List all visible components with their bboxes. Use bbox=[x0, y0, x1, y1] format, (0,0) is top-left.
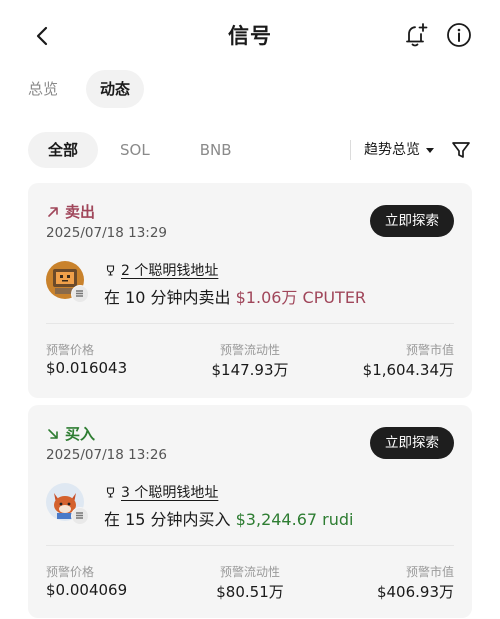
trophy-icon bbox=[106, 486, 115, 498]
smart-money-info: 3 个聪明钱地址 bbox=[104, 482, 218, 502]
arrow-up-right-icon bbox=[48, 206, 58, 217]
caret-down-icon bbox=[426, 147, 434, 153]
funnel-icon[interactable] bbox=[450, 139, 472, 161]
smart-money-link[interactable]: 3 个聪明钱地址 bbox=[121, 482, 218, 502]
direction-label: 卖出 bbox=[46, 201, 95, 222]
direction-text: 卖出 bbox=[65, 203, 96, 221]
signal-card[interactable]: 卖出 2025/07/18 13:29 立即探索 2 个聪明钱地址 在 10 分… bbox=[28, 183, 472, 398]
info-icon[interactable] bbox=[446, 22, 472, 48]
filter-bar: 全部 SOL BNB 趋势总览 bbox=[28, 132, 472, 168]
bell-plus-icon[interactable] bbox=[402, 21, 430, 49]
trend-overview-label: 趋势总览 bbox=[364, 142, 420, 158]
alert-mcap-label: 预警市值 bbox=[405, 565, 454, 579]
smart-money-link[interactable]: 2 个聪明钱地址 bbox=[121, 260, 218, 280]
divider bbox=[46, 323, 454, 324]
timestamp: 2025/07/18 13:26 bbox=[46, 447, 168, 463]
direction-text: 买入 bbox=[65, 425, 96, 443]
direction-label: 买入 bbox=[46, 423, 95, 444]
main-tabs: 总览 动态 bbox=[28, 70, 158, 108]
timestamp: 2025/07/18 13:29 bbox=[46, 225, 168, 241]
trade-amount: $3,244.67 rudi bbox=[235, 510, 354, 529]
description-text: 在 15 分钟内买入 bbox=[104, 510, 236, 529]
trade-amount: $1.06万 CPUTER bbox=[235, 288, 367, 307]
smart-money-info: 2 个聪明钱地址 bbox=[104, 260, 218, 280]
alert-mcap-label: 预警市值 bbox=[405, 343, 454, 357]
explore-button[interactable]: 立即探索 bbox=[370, 427, 454, 459]
solana-chain-icon bbox=[71, 285, 89, 303]
alert-mcap-value: $406.93万 bbox=[376, 583, 454, 601]
chip-all[interactable]: 全部 bbox=[28, 132, 99, 168]
alert-mcap-value: $1,604.34万 bbox=[362, 361, 454, 379]
divider bbox=[46, 545, 454, 546]
description-text: 在 10 分钟内卖出 bbox=[104, 288, 236, 307]
chip-sol[interactable]: SOL bbox=[120, 132, 150, 168]
signal-description: 在 15 分钟内买入 $3,244.67 rudi bbox=[104, 506, 353, 530]
chip-bnb[interactable]: BNB bbox=[200, 132, 232, 168]
header: 信号 bbox=[0, 0, 500, 70]
signal-description: 在 10 分钟内卖出 $1.06万 CPUTER bbox=[104, 284, 366, 308]
signal-card[interactable]: 买入 2025/07/18 13:26 立即探索 3 个聪明钱地址 在 15 分… bbox=[28, 405, 472, 618]
tab-activity[interactable]: 动态 bbox=[86, 70, 145, 108]
arrow-down-right-icon bbox=[48, 428, 58, 439]
trophy-icon bbox=[106, 264, 115, 276]
solana-chain-icon bbox=[71, 507, 89, 525]
explore-button[interactable]: 立即探索 bbox=[370, 205, 454, 237]
divider bbox=[350, 140, 351, 160]
tab-overview[interactable]: 总览 bbox=[14, 70, 72, 108]
trend-overview-dropdown[interactable]: 趋势总览 bbox=[364, 132, 434, 168]
